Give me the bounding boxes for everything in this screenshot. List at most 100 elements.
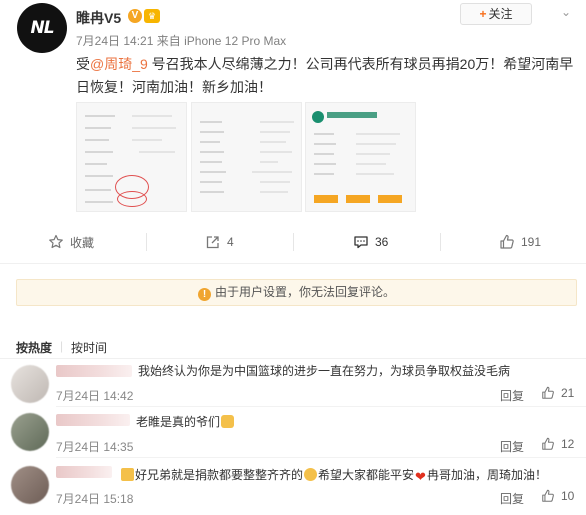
reply-button[interactable]: 回复 [500,387,524,404]
doc-line [314,153,334,155]
post-image-2[interactable] [191,102,302,212]
doc-line [85,139,109,141]
comment-text-part: 冉哥加油，周琦加油！ [426,468,547,482]
doc-line [85,115,115,117]
comment-text: 老睢是真的爷们 [136,413,235,430]
doc-line [200,161,222,163]
author-name[interactable]: 睢冉V5 [76,8,121,28]
doc-line [132,139,162,141]
like-button[interactable]: 191 [499,229,541,255]
comment-like-button[interactable]: 10 [541,489,574,503]
post-image-1[interactable] [76,102,187,212]
warning-icon: ! [197,288,211,301]
comment-like-count: 21 [561,386,575,400]
doc-line [132,127,176,129]
forward-count: 4 [227,235,234,249]
pray-emoji-icon [304,468,318,481]
sort-by-time[interactable]: 按时间 [71,339,107,356]
comment-text: 我始终认为你是为中国篮球的进步一直在努力，为球员争取权益没毛病 [138,364,511,378]
doc-line [85,189,111,191]
post-text-prefix: 受 [76,56,90,72]
comment-like-button[interactable]: 12 [541,437,574,451]
sort-by-hot[interactable]: 按热度 [16,339,52,356]
action-divider [146,233,147,251]
doc-line [200,141,220,143]
reply-button[interactable]: 回复 [500,490,524,507]
verified-badge-icon: V [128,9,142,23]
doc-line [85,163,107,165]
comment-divider [56,457,586,458]
like-count: 191 [521,235,542,249]
doc-line [85,175,113,177]
post-content: 受@周琦_9 号召我本人尽绵薄之力！公司再代表所有球员再捐20万！希望河南早日恢… [76,53,576,99]
doc-line [260,181,290,183]
commenter-avatar[interactable] [11,466,49,504]
doc-line [260,151,292,153]
thumbs-up-icon [542,489,554,502]
post-image-3[interactable] [305,102,416,212]
sort-separator: | [60,339,64,353]
plus-icon: + [479,7,487,21]
commenter-avatar[interactable] [11,365,49,403]
doc-line [260,161,278,163]
doc-line [260,141,286,143]
doc-line [356,133,400,135]
comment-text-part: 希望大家都能平安 [318,468,415,482]
comment-text-body: 老睢是真的爷们 [136,415,221,429]
commenter-name-blurred[interactable] [56,414,130,426]
doc-line [356,173,394,175]
comment-like-count: 10 [561,489,575,503]
doc-line [200,191,224,193]
commenter-name-blurred[interactable] [56,365,132,377]
doc-line [356,143,396,145]
action-divider [440,233,441,251]
follow-button[interactable]: + 关注 [460,3,532,25]
commenter-name-blurred[interactable] [56,466,112,478]
comment-time: 7月24日 14:35 [56,440,134,454]
reply-button[interactable]: 回复 [500,438,524,455]
action-divider [293,233,294,251]
comment-count: 36 [375,235,389,249]
doc-line [200,151,224,153]
author-avatar[interactable]: NL [17,3,67,53]
doc-line [314,133,334,135]
forward-button[interactable]: 4 [205,229,234,255]
comment-divider [56,406,586,407]
doc-line [200,131,224,133]
doc-line [85,151,113,153]
chevron-down-icon[interactable]: ⌄ [561,5,571,19]
red-stamp [117,191,147,207]
member-crown-icon [121,468,134,481]
doc-line [314,173,334,175]
post-source: iPhone 12 Pro Max [184,34,287,48]
source-prefix: 来自 [156,34,181,48]
post-text-body: 号召我本人尽绵薄之力！公司再代表所有球员再捐20万！希望河南早日恢复！河南加油！… [76,56,574,95]
post-meta: 7月24日 14:21 来自 iPhone 12 Pro Max [76,32,286,49]
reply-restricted-notice: ! 由于用户设置，你无法回复评论。 [16,279,577,306]
thumbs-up-icon [500,234,514,249]
comment-like-button[interactable]: 21 [541,386,574,400]
thumbs-up-emoji-icon [221,415,235,428]
comment-time: 7月24日 14:42 [56,389,134,403]
mention-link[interactable]: @周琦_9 [90,56,148,72]
post-time[interactable]: 7月24日 14:21 [76,34,153,48]
doc-line [356,153,390,155]
favorite-label: 收藏 [70,235,95,250]
favorite-button[interactable]: 收藏 [48,229,94,255]
comment-button[interactable]: 36 [353,229,388,255]
doc-line [200,171,226,173]
doc-line [314,163,336,165]
bank-name-bar [327,112,377,118]
doc-line [252,171,292,173]
doc-line [260,191,288,193]
doc-line [85,127,111,129]
doc-line [132,115,172,117]
comment-text: 好兄弟就是捐款都要整整齐齐的 希望大家都能平安❤冉哥加油，周琦加油！ [120,466,547,483]
commenter-avatar[interactable] [11,413,49,451]
heart-emoji-icon: ❤ [415,469,426,484]
comment-like-count: 12 [561,437,575,451]
divider [0,358,586,359]
comment-text-part: 好兄弟就是捐款都要整整齐齐的 [135,468,304,482]
thumbs-up-icon [542,386,554,399]
doc-line [314,143,336,145]
